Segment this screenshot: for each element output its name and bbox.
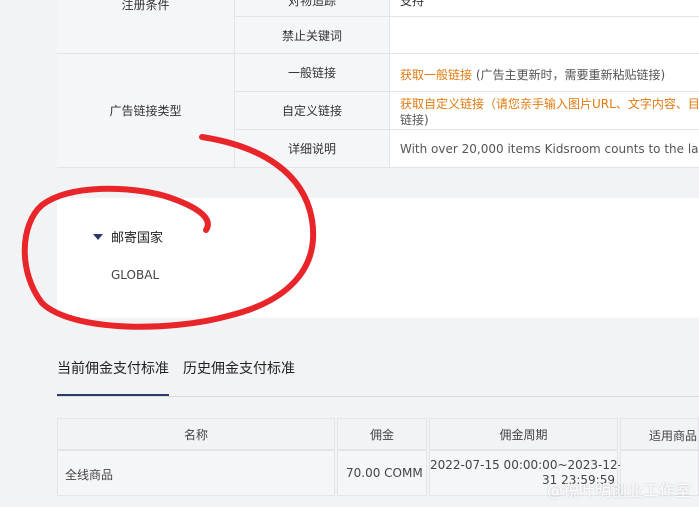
attr-custom-link-value: 获取自定义链接（请您亲手输入图片URL、文字内容、目 链接) [390, 92, 699, 130]
row-name-cell: 全线商品 [57, 450, 335, 496]
attr-label-link-type: 广告链接类型 [57, 54, 235, 168]
row-name-text: 全线商品 [65, 468, 114, 482]
attr-sub-custom-link-text: 自定义链接 [281, 104, 342, 118]
row-period-line1: 2022-07-15 00:00:00~2023-12- [430, 458, 622, 472]
attr-forbid-value [390, 17, 699, 54]
tab-current-commission-label: 当前佣金支付标准 [57, 361, 169, 377]
triangle-down-icon [93, 233, 103, 240]
attr-label-register-text: 注册条件 [121, 0, 170, 12]
attr-sub-details: 详细说明 [235, 130, 390, 168]
col-header-products-text: 适用商品 [649, 429, 698, 443]
col-header-products: 适用商品 [620, 418, 699, 450]
tab-history-commission[interactable]: 历史佣金支付标准 [183, 352, 303, 396]
col-header-commission-text: 佣金 [369, 427, 394, 442]
row-commission-text: 70.00 COMM [346, 466, 423, 480]
attr-general-link-value: 获取一般链接 (广告主更新时，需要重新粘贴链接) [390, 54, 699, 92]
details-text: With over 20,000 items Kidsroom counts t… [400, 142, 699, 156]
attr-sub-general-link-text: 一般链接 [287, 66, 336, 80]
shipping-country-value: GLOBAL [111, 268, 160, 282]
attr-sub-forbid-text: 禁止关键词 [281, 28, 342, 43]
col-header-period-text: 佣金周期 [499, 427, 548, 442]
get-custom-link-link[interactable]: 获取自定义链接 [400, 97, 484, 111]
col-header-period: 佣金周期 [429, 418, 618, 450]
attr-label-link-type-text: 广告链接类型 [109, 104, 182, 118]
general-link-note: (广告主更新时，需要重新粘贴链接) [475, 68, 666, 82]
shipping-panel: 邮寄国家 GLOBAL [57, 198, 699, 318]
attr-tracking-value-text: 支持 [400, 0, 425, 8]
watermark-text: @锐叶明创业工作室 [546, 481, 691, 500]
col-header-name: 名称 [57, 418, 335, 450]
attr-sub-general-link: 一般链接 [235, 54, 390, 92]
attr-sub-forbid: 禁止关键词 [235, 17, 390, 54]
commission-tabs: 当前佣金支付标准 历史佣金支付标准 [57, 352, 699, 397]
custom-link-note-tail: 链接) [400, 113, 429, 127]
shipping-toggle[interactable]: 邮寄国家 [93, 227, 163, 246]
col-header-commission: 佣金 [337, 418, 427, 450]
row-commission-cell: 70.00 COMM [337, 450, 427, 496]
attr-sub-tracking-text: 对物追踪 [287, 0, 336, 8]
custom-link-note: （请您亲手输入图片URL、文字内容、目 [484, 97, 699, 111]
attr-label-register: 注册条件 [57, 0, 235, 54]
attr-sub-tracking: 对物追踪 [235, 0, 390, 17]
tab-current-commission[interactable]: 当前佣金支付标准 [57, 352, 169, 396]
shipping-heading: 邮寄国家 [111, 231, 164, 246]
get-general-link-link[interactable]: 获取一般链接 [400, 68, 472, 82]
attr-sub-custom-link: 自定义链接 [235, 92, 390, 130]
attr-details-value: With over 20,000 items Kidsroom counts t… [390, 130, 699, 168]
attr-sub-details-text: 详细说明 [287, 142, 336, 156]
col-header-name-text: 名称 [183, 427, 208, 442]
attr-tracking-value: 支持 [390, 0, 699, 17]
tab-history-commission-label: 历史佣金支付标准 [183, 361, 295, 377]
